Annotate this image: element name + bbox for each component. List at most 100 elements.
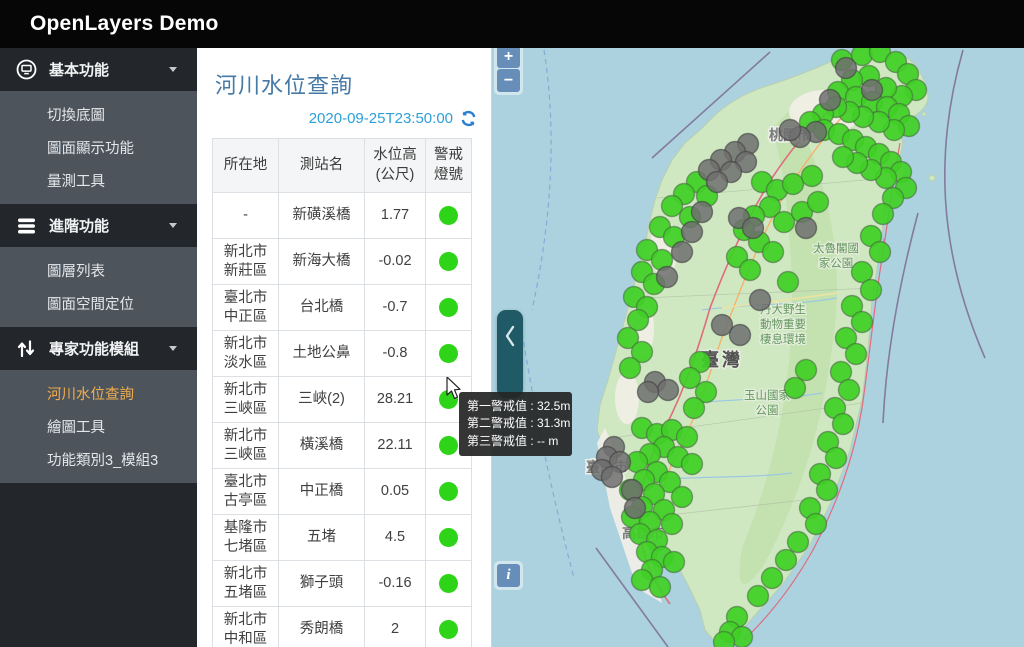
- station-marker-gray[interactable]: [656, 378, 680, 402]
- panel-collapse-button[interactable]: [497, 310, 523, 398]
- sidebar-item-drawing-tools[interactable]: 繪圖工具: [0, 410, 197, 443]
- table-row: 新北市 淡水區 土地公鼻 -0.8: [212, 330, 472, 378]
- alert-light-green[interactable]: [439, 528, 458, 548]
- station-marker-green[interactable]: [850, 310, 874, 334]
- station-marker-green[interactable]: [738, 258, 762, 282]
- chevron-down-icon: [169, 67, 177, 72]
- zoom-out-button[interactable]: −: [497, 69, 520, 92]
- station-marker-gray[interactable]: [600, 465, 624, 489]
- station-marker-green[interactable]: [761, 240, 785, 264]
- station-marker-gray[interactable]: [705, 170, 729, 194]
- cell-location: 新北市 三峽區: [212, 376, 279, 424]
- station-marker-green[interactable]: [831, 412, 855, 436]
- sidebar-section-expert[interactable]: 專家功能模組: [0, 327, 197, 370]
- station-marker-green[interactable]: [781, 172, 805, 196]
- station-marker-green[interactable]: [660, 512, 684, 536]
- cell-location: 新北市 新莊區: [212, 238, 279, 286]
- station-marker-green[interactable]: [776, 270, 800, 294]
- station-marker-gray[interactable]: [860, 78, 884, 102]
- alert-light-green[interactable]: [439, 206, 458, 226]
- station-marker-green[interactable]: [618, 356, 642, 380]
- data-timestamp: 2020-09-25T23:50:00: [308, 110, 453, 127]
- col-header-location: 所在地: [212, 137, 279, 194]
- station-marker-green[interactable]: [824, 446, 848, 470]
- station-marker-green[interactable]: [844, 342, 868, 366]
- station-marker-green[interactable]: [859, 278, 883, 302]
- refresh-icon[interactable]: [460, 110, 477, 127]
- station-marker-green[interactable]: [871, 202, 895, 226]
- cell-station: 五堵: [278, 514, 365, 562]
- station-marker-gray[interactable]: [623, 496, 647, 520]
- map-label: 公園: [756, 404, 779, 417]
- alert-light-green[interactable]: [439, 436, 458, 456]
- exchange-icon: [16, 339, 38, 359]
- sidebar-item-spatial-locate[interactable]: 圖面空間定位: [0, 287, 197, 320]
- station-marker-gray[interactable]: [794, 216, 818, 240]
- station-marker-green[interactable]: [746, 584, 770, 608]
- station-marker-gray[interactable]: [728, 323, 752, 347]
- sidebar-section-label: 進階功能: [49, 218, 110, 235]
- sidebar-item-module3[interactable]: 功能類別3_模組3: [0, 443, 197, 476]
- sidebar-section-basic[interactable]: 基本功能: [0, 48, 197, 91]
- sidebar-item-switch-basemap[interactable]: 切換底圖: [0, 98, 197, 131]
- sidebar-section-advanced[interactable]: 進階功能: [0, 204, 197, 247]
- sidebar-item-layer-list[interactable]: 圖層列表: [0, 254, 197, 287]
- cell-location: 新北市 淡水區: [212, 330, 279, 378]
- station-marker-green[interactable]: [670, 485, 694, 509]
- station-marker-gray[interactable]: [655, 265, 679, 289]
- station-marker-gray[interactable]: [680, 220, 704, 244]
- station-marker-gray[interactable]: [690, 200, 714, 224]
- station-marker-green[interactable]: [831, 145, 855, 169]
- cell-station: 獅子頭: [278, 560, 365, 608]
- station-marker-green[interactable]: [660, 194, 684, 218]
- info-button[interactable]: i: [497, 564, 520, 587]
- station-marker-gray[interactable]: [818, 88, 842, 112]
- map-canvas[interactable]: 桃園市臺灣太魯閣國家公園丹大野生動物重要棲息環境玉山國家公園臺南市高雄市: [492, 48, 1024, 647]
- station-marker-green[interactable]: [837, 378, 861, 402]
- station-marker-green[interactable]: [680, 452, 704, 476]
- station-marker-gray[interactable]: [748, 288, 772, 312]
- station-marker-gray[interactable]: [741, 216, 765, 240]
- station-marker-green[interactable]: [712, 630, 736, 647]
- cell-alert: [425, 330, 472, 378]
- station-marker-green[interactable]: [783, 376, 807, 400]
- station-marker-green[interactable]: [806, 190, 830, 214]
- zoom-in-button[interactable]: +: [497, 45, 520, 68]
- station-marker-green[interactable]: [675, 425, 699, 449]
- station-marker-green[interactable]: [786, 530, 810, 554]
- alert-light-green[interactable]: [439, 298, 458, 318]
- station-marker-gray[interactable]: [670, 240, 694, 264]
- station-marker-green[interactable]: [868, 240, 892, 264]
- station-marker-green[interactable]: [815, 478, 839, 502]
- station-marker-green[interactable]: [794, 358, 818, 382]
- station-marker-gray[interactable]: [636, 380, 660, 404]
- alert-light-green[interactable]: [439, 344, 458, 364]
- alert-light-green[interactable]: [439, 390, 458, 410]
- cell-station: 新磺溪橋: [278, 192, 365, 240]
- alert-light-green[interactable]: [439, 482, 458, 502]
- cell-level: 22.11: [364, 422, 426, 470]
- station-marker-green[interactable]: [648, 575, 672, 599]
- station-marker-green[interactable]: [662, 550, 686, 574]
- station-marker-green[interactable]: [682, 396, 706, 420]
- station-marker-green[interactable]: [774, 548, 798, 572]
- cell-location: 基隆市 七堵區: [212, 514, 279, 562]
- cell-station: 中正橋: [278, 468, 365, 516]
- sidebar-item-measure-tools[interactable]: 量測工具: [0, 164, 197, 197]
- tooltip-line: 第二警戒值 : 31.3m: [467, 416, 571, 431]
- zoom-control: + −: [494, 42, 523, 95]
- station-marker-green[interactable]: [804, 512, 828, 536]
- station-marker-green[interactable]: [800, 164, 824, 188]
- sidebar-item-display-functions[interactable]: 圖面顯示功能: [0, 131, 197, 164]
- table-row: - 新磺溪橋 1.77: [212, 192, 472, 240]
- app-root: OpenLayers Demo 基本功能 切換底圖 圖面顯示功能 量測工具 進階…: [0, 0, 1024, 647]
- alert-light-green[interactable]: [439, 620, 458, 640]
- station-marker-gray[interactable]: [834, 56, 858, 80]
- cell-level: 2: [364, 606, 426, 647]
- station-marker-green[interactable]: [760, 566, 784, 590]
- sidebar-item-river-water-level[interactable]: 河川水位查詢: [0, 377, 197, 410]
- station-marker-gray[interactable]: [778, 118, 802, 142]
- alert-light-green[interactable]: [439, 252, 458, 272]
- alert-light-green[interactable]: [439, 574, 458, 594]
- cell-level: 0.05: [364, 468, 426, 516]
